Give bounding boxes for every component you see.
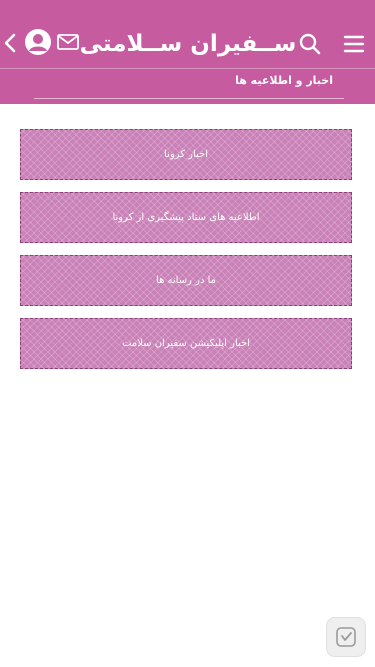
top-bar-divider xyxy=(0,68,375,69)
card-label: ما در رسانه ها xyxy=(156,275,216,286)
app-logo: ســفیران ســلامتی xyxy=(79,31,297,57)
page-title: اخبار و اطلاعیه ها xyxy=(235,74,333,87)
card-label: اطلاعیه های ستاد پیشگیری از کرونا xyxy=(112,212,260,223)
app-badge-icon xyxy=(326,617,366,657)
news-card-media[interactable]: ما در رسانه ها xyxy=(20,255,352,306)
mail-icon xyxy=(57,34,79,50)
profile-button[interactable] xyxy=(24,28,52,56)
messages-button[interactable] xyxy=(56,32,80,52)
back-button[interactable] xyxy=(0,28,20,58)
search-icon xyxy=(299,33,321,55)
shopping-bag-icon xyxy=(336,627,356,647)
news-card-app-news[interactable]: اخبار اپلیکیشن سفیران سلامت xyxy=(20,318,352,369)
app-header: ســفیران ســلامتی اخبار و اطلاعیه ها xyxy=(0,0,375,104)
news-card-corona[interactable]: اخبار کرونا xyxy=(20,129,352,180)
card-label: اخبار کرونا xyxy=(164,149,208,160)
title-underline xyxy=(34,98,344,99)
user-avatar-icon xyxy=(25,29,51,55)
hamburger-menu-icon xyxy=(343,35,365,53)
menu-button[interactable] xyxy=(340,30,368,58)
chevron-left-icon xyxy=(4,33,16,53)
news-card-announcements[interactable]: اطلاعیه های ستاد پیشگیری از کرونا xyxy=(20,192,352,243)
card-label: اخبار اپلیکیشن سفیران سلامت xyxy=(122,338,250,349)
search-button[interactable] xyxy=(296,30,324,58)
